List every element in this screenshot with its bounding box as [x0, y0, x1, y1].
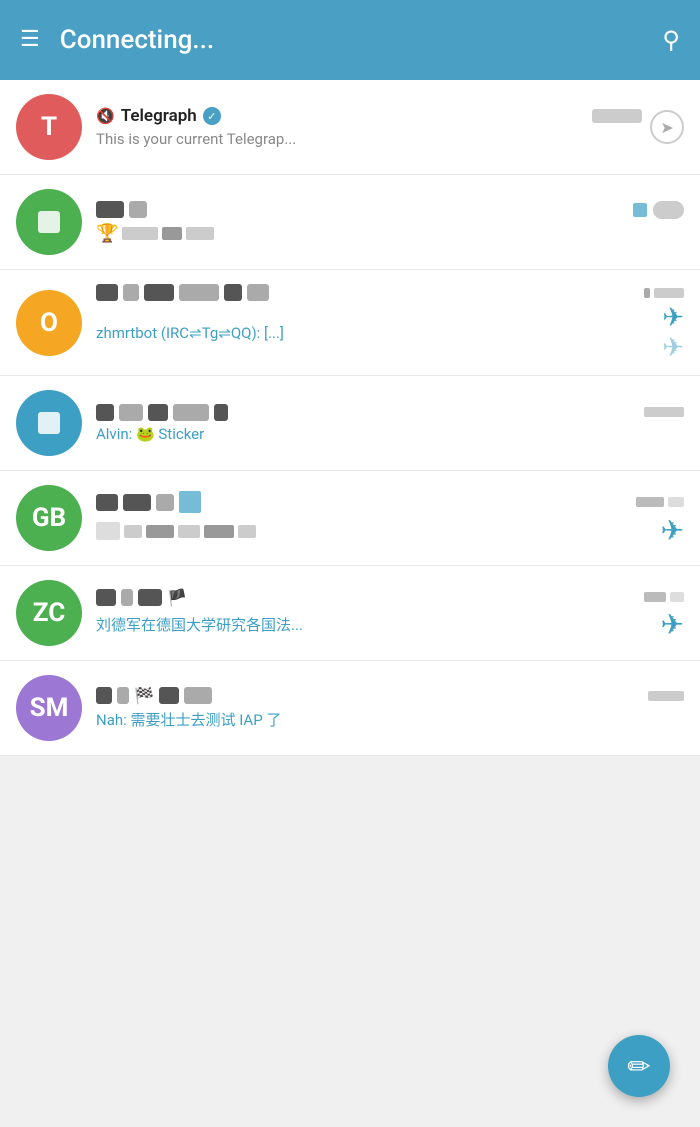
chat-preview: Nah: 需要壮士去测试 IAP 了 — [96, 709, 684, 730]
chat-preview: zhmrtbot (IRC⇌Tg⇌QQ): [...] — [96, 324, 656, 342]
time-blur — [648, 691, 684, 701]
name-blur-5 — [224, 284, 242, 301]
name-blur-4 — [173, 404, 209, 421]
name-blur-1 — [96, 589, 116, 606]
chat-preview-blurred: 🏆 — [96, 223, 214, 244]
chat-right: ➤ — [650, 110, 684, 144]
unread-dot — [633, 203, 647, 217]
telegram-icon: ✈ — [661, 608, 684, 641]
time-blur — [644, 407, 684, 417]
time-blur-2 — [654, 288, 684, 298]
header-title: Connecting... — [60, 25, 663, 55]
chat-content: Alvin: 🐸 Sticker — [96, 404, 684, 443]
avatar: T — [16, 94, 82, 160]
time-blur — [644, 592, 666, 602]
name-blur-3 — [148, 404, 168, 421]
list-item[interactable]: Alvin: 🐸 Sticker — [0, 376, 700, 471]
chat-content: 🏆 — [96, 201, 684, 244]
time-blur-2 — [670, 592, 684, 602]
unread-count — [653, 201, 684, 219]
avatar — [16, 390, 82, 456]
avatar-inner-square — [38, 211, 60, 233]
chat-content: 🔇 Telegraph ✓ This is your current Teleg… — [96, 106, 642, 148]
compose-fab[interactable]: ✏ — [608, 1035, 670, 1097]
avatar: GB — [16, 485, 82, 551]
chat-preview-blurred — [96, 522, 256, 540]
name-blur-6 — [247, 284, 269, 301]
header: ☰ Connecting... ⚲ — [0, 0, 700, 80]
name-blur-2 — [129, 201, 147, 218]
verified-badge: ✓ — [203, 107, 221, 125]
name-blur-5 — [214, 404, 228, 421]
unread-square — [179, 491, 201, 513]
chat-name: Telegraph — [121, 106, 197, 126]
preview-img — [96, 522, 120, 540]
avatar: O — [16, 290, 82, 356]
name-blur-1 — [96, 687, 112, 704]
chat-preview: 刘德军在德国大学研究各国法... — [96, 614, 655, 635]
list-item[interactable]: SM 🏁 Nah: 需要壮士去测试 IAP 了 — [0, 661, 700, 756]
share-icon[interactable]: ➤ — [650, 110, 684, 144]
name-blur-1 — [96, 404, 114, 421]
chat-preview: Alvin: 🐸 Sticker — [96, 425, 684, 443]
name-blur-1 — [96, 201, 124, 218]
chat-content: 🏴 刘德军在德国大学研究各国法... ✈ — [96, 588, 684, 639]
name-blur-2 — [123, 284, 139, 301]
name-blur-1 — [96, 494, 118, 511]
name-blur-3 — [138, 589, 162, 606]
avatar — [16, 189, 82, 255]
chat-time — [592, 109, 642, 123]
menu-icon[interactable]: ☰ — [20, 29, 40, 51]
list-item[interactable]: ZC 🏴 刘德军在德国大学研究各国法... ✈ — [0, 566, 700, 661]
chat-content: 🏁 Nah: 需要壮士去测试 IAP 了 — [96, 686, 684, 730]
list-item[interactable]: GB — [0, 471, 700, 566]
chat-content: zhmrtbot (IRC⇌Tg⇌QQ): [...] ✈ ✈ — [96, 284, 684, 361]
list-item[interactable]: T 🔇 Telegraph ✓ This is your current Tel… — [0, 80, 700, 175]
search-icon[interactable]: ⚲ — [662, 26, 680, 54]
telegram-icon-2: ✈ — [662, 335, 684, 361]
name-blur-2 — [117, 687, 129, 704]
name-blur-3 — [144, 284, 174, 301]
time-blur-2 — [668, 497, 684, 507]
name-blur-4 — [184, 687, 212, 704]
name-blur-2 — [121, 589, 133, 606]
name-blur-2 — [119, 404, 143, 421]
name-blur-2 — [123, 494, 151, 511]
name-blur-1 — [96, 284, 118, 301]
name-blur-3 — [156, 494, 174, 511]
chat-list: T 🔇 Telegraph ✓ This is your current Tel… — [0, 80, 700, 756]
telegram-icon: ✈ — [661, 514, 684, 547]
chat-preview: This is your current Telegrap... — [96, 130, 642, 148]
avatar: ZC — [16, 580, 82, 646]
name-blur-3 — [159, 687, 179, 704]
avatar-inner-square — [38, 412, 60, 434]
time-blur — [636, 497, 664, 507]
time-blur-1 — [644, 288, 650, 298]
avatar: SM — [16, 675, 82, 741]
chat-content: ✈ — [96, 491, 684, 545]
name-blur-4 — [179, 284, 219, 301]
list-item[interactable]: 🏆 — [0, 175, 700, 270]
list-item[interactable]: O zhmrtbot (IRC⇌Tg⇌QQ): [...] — [0, 270, 700, 376]
mute-icon: 🔇 — [96, 107, 115, 125]
telegram-icon: ✈ — [662, 305, 684, 331]
